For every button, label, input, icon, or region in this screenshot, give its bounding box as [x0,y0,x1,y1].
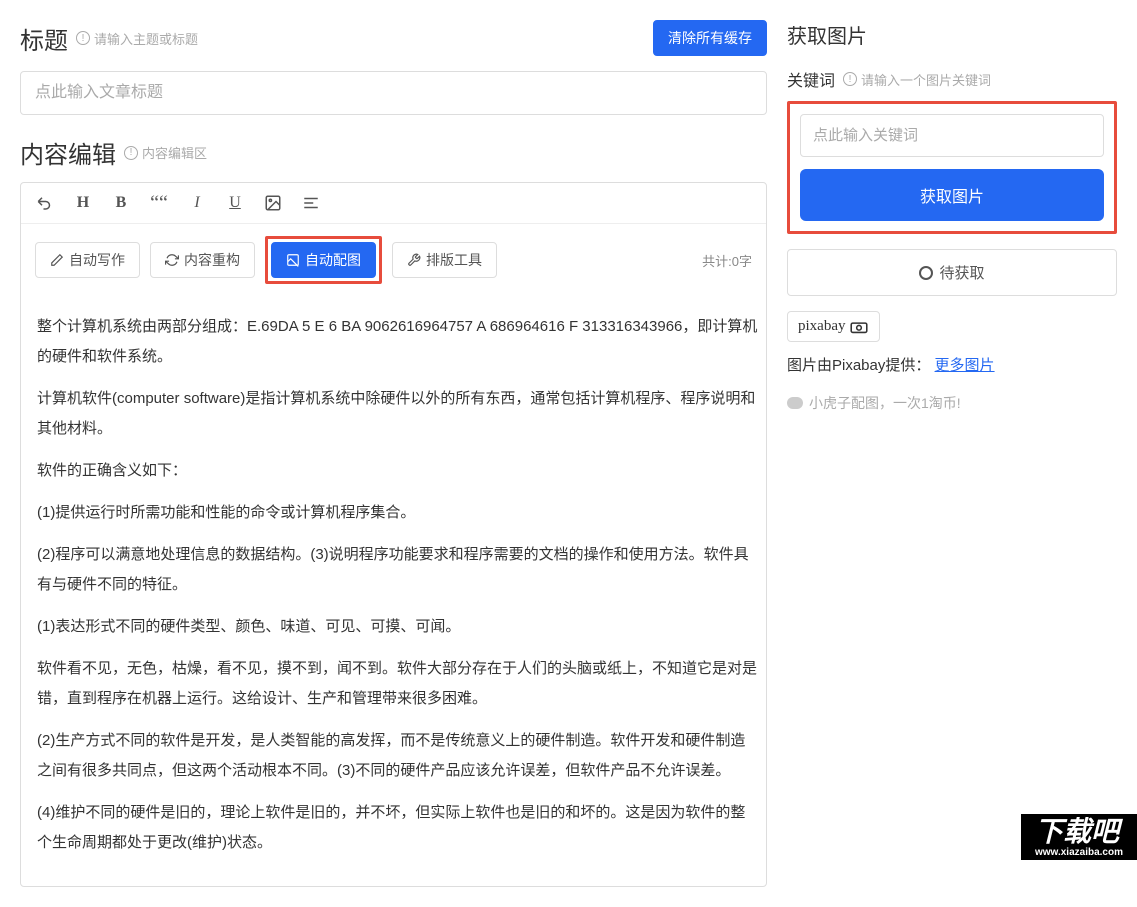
restructure-button[interactable]: 内容重构 [150,242,255,278]
keyword-input[interactable] [800,114,1104,157]
more-images-link[interactable]: 更多图片 [935,357,995,374]
paragraph: (4)维护不同的硬件是旧的，理论上软件是旧的，并不坏，但实际上软件也是旧的和坏的… [37,798,758,858]
paragraph: (2)程序可以满意地处理信息的数据结构。(3)说明程序功能要求和程序需要的文档的… [37,540,758,600]
paragraph: 计算机软件(computer software)是指计算机系统中除硬件以外的所有… [37,384,758,444]
content-hint: ! 内容编辑区 [124,143,207,162]
pencil-icon [50,253,64,267]
editor-box: H B ““ I U 自动写作 内容重构 [20,182,767,887]
info-icon: ! [843,72,857,86]
sidebar-heading: 获取图片 [787,20,1117,49]
title-hint: ! 请输入主题或标题 [76,29,198,48]
pending-status: 待获取 [787,249,1117,296]
title-input[interactable] [20,71,767,115]
keyword-hint: ! 请输入一个图片关键词 [843,70,991,89]
bold-icon[interactable]: B [111,193,131,213]
italic-icon[interactable]: I [187,193,207,213]
action-toolbar: 自动写作 内容重构 自动配图 排版工具 共计:0字 [21,224,766,296]
paragraph: 整个计算机系统由两部分组成：E.69DA 5 E 6 BA 9062616964… [37,312,758,372]
auto-image-button[interactable]: 自动配图 [271,242,376,278]
camera-icon [849,320,869,334]
sidebar: 获取图片 关键词 ! 请输入一个图片关键词 获取图片 待获取 pixabay 图… [787,20,1117,887]
format-toolbar: H B ““ I U [21,183,766,224]
auto-write-button[interactable]: 自动写作 [35,242,140,278]
keyword-label-row: 关键词 ! 请输入一个图片关键词 [787,67,1117,91]
layout-tool-button[interactable]: 排版工具 [392,242,497,278]
circle-icon [919,266,933,280]
heading-icon[interactable]: H [73,193,93,213]
editor-content[interactable]: 整个计算机系统由两部分组成：E.69DA 5 E 6 BA 9062616964… [21,296,766,886]
paragraph: 软件看不见，无色，枯燥，看不见，摸不到，闻不到。软件大部分存在于人们的头脑或纸上… [37,654,758,714]
tools-icon [407,253,421,267]
cloud-icon [787,397,803,409]
provider-text: 图片由Pixabay提供： 更多图片 [787,354,1117,375]
clear-cache-button[interactable]: 清除所有缓存 [653,20,767,56]
undo-icon[interactable] [35,193,55,213]
main-column: 标题 ! 请输入主题或标题 清除所有缓存 内容编辑 ! 内容编辑区 H B ““ [20,20,767,887]
auto-image-highlight: 自动配图 [265,236,382,284]
content-heading: 内容编辑 [20,135,116,170]
keyword-label: 关键词 [787,67,835,91]
keyword-highlight-box: 获取图片 [787,101,1117,234]
title-heading: 标题 [20,21,68,56]
align-left-icon[interactable] [301,193,321,213]
pixabay-badge: pixabay [787,311,880,342]
paragraph: (1)表达形式不同的硬件类型、颜色、味道、可见、可摸、可闻。 [37,612,758,642]
paragraph: (1)提供运行时所需功能和性能的命令或计算机程序集合。 [37,498,758,528]
footer-note: 小虎子配图，一次1淘币! [787,393,1117,413]
refresh-icon [165,253,179,267]
paragraph: 软件的正确含义如下： [37,456,758,486]
fetch-image-button[interactable]: 获取图片 [800,169,1104,221]
quote-icon[interactable]: ““ [149,193,169,213]
watermark: 下载吧 www.xiazaiba.com [1021,814,1137,860]
title-header: 标题 ! 请输入主题或标题 清除所有缓存 [20,20,767,56]
paragraph: (2)生产方式不同的软件是开发，是人类智能的高发挥，而不是传统意义上的硬件制造。… [37,726,758,786]
info-icon: ! [76,31,90,45]
picture-icon [286,253,300,267]
image-icon[interactable] [263,193,283,213]
underline-icon[interactable]: U [225,193,245,213]
word-count: 共计:0字 [702,251,752,270]
info-icon: ! [124,146,138,160]
